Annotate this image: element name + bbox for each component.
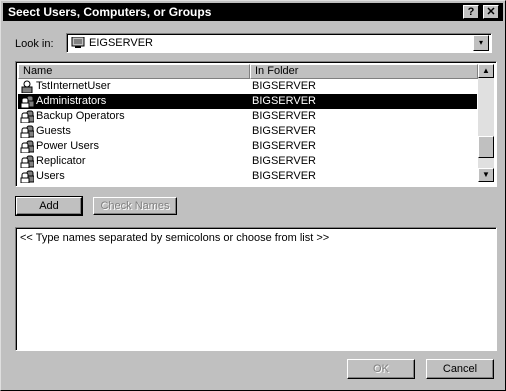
names-textarea[interactable]: << Type names separated by semicolons or… (15, 227, 497, 351)
look-in-combobox[interactable]: EIGSERVER ▾ (66, 33, 492, 53)
column-header-name[interactable]: Name (18, 64, 250, 79)
group-icon (20, 95, 34, 108)
user-icon (21, 80, 33, 93)
row-name: Users (36, 170, 65, 182)
row-folder: BIGSERVER (252, 155, 316, 167)
dialog-title: Seect Users, Computers, or Groups (8, 5, 212, 19)
column-header-folder[interactable]: In Folder (250, 64, 478, 79)
look-in-value: EIGSERVER (89, 37, 153, 49)
close-button[interactable]: ✕ (483, 5, 499, 19)
list-row[interactable]: Guests BIGSERVER (18, 124, 477, 139)
group-icon (20, 110, 34, 123)
group-icon (20, 155, 34, 168)
row-name: Power Users (36, 140, 99, 152)
list-row[interactable]: Backup Operators BIGSERVER (18, 109, 477, 124)
names-textarea-placeholder: << Type names separated by semicolons or… (20, 232, 330, 244)
look-in-label: Look in: (15, 38, 54, 50)
list-scrollbar[interactable]: ▲ ▼ (478, 64, 494, 182)
row-folder: BIGSERVER (252, 125, 316, 137)
names-list: Name In Folder TstInternetUser BIGSERVER A… (15, 61, 497, 187)
row-name: Guests (36, 125, 71, 137)
list-row[interactable]: Replicator BIGSERVER (18, 154, 477, 169)
group-icon (20, 140, 34, 153)
row-name: Replicator (36, 155, 86, 167)
scroll-up-button[interactable]: ▲ (478, 64, 494, 78)
row-folder: BIGSERVER (252, 110, 316, 122)
cancel-button[interactable]: Cancel (426, 359, 494, 379)
list-row[interactable]: TstInternetUser BIGSERVER (18, 79, 477, 94)
group-icon (20, 125, 34, 138)
list-row[interactable]: Power Users BIGSERVER (18, 139, 477, 154)
row-folder: BIGSERVER (252, 80, 316, 92)
server-icon (71, 37, 85, 48)
list-row[interactable]: Users BIGSERVER (18, 169, 477, 184)
look-in-dropdown-button[interactable]: ▾ (473, 35, 489, 51)
help-button[interactable]: ? (463, 5, 479, 19)
row-folder: BIGSERVER (252, 170, 316, 182)
row-name: TstInternetUser (36, 80, 111, 92)
title-bar[interactable]: Seect Users, Computers, or Groups ? ✕ (3, 3, 503, 21)
scroll-thumb[interactable] (478, 136, 494, 158)
row-name: Backup Operators (36, 110, 125, 122)
list-header: Name In Folder (18, 64, 478, 79)
list-row[interactable]: Administrators BIGSERVER (18, 94, 477, 109)
row-folder: BIGSERVER (252, 140, 316, 152)
add-button[interactable]: Add (15, 196, 83, 216)
select-users-dialog: Seect Users, Computers, or Groups ? ✕ Lo… (0, 0, 506, 391)
row-folder: BIGSERVER (252, 95, 316, 107)
group-icon (20, 170, 34, 183)
scroll-down-button[interactable]: ▼ (478, 168, 494, 182)
ok-button[interactable]: OK (347, 359, 415, 379)
check-names-button[interactable]: Check Names (93, 197, 177, 215)
row-name: Administrators (36, 95, 107, 107)
